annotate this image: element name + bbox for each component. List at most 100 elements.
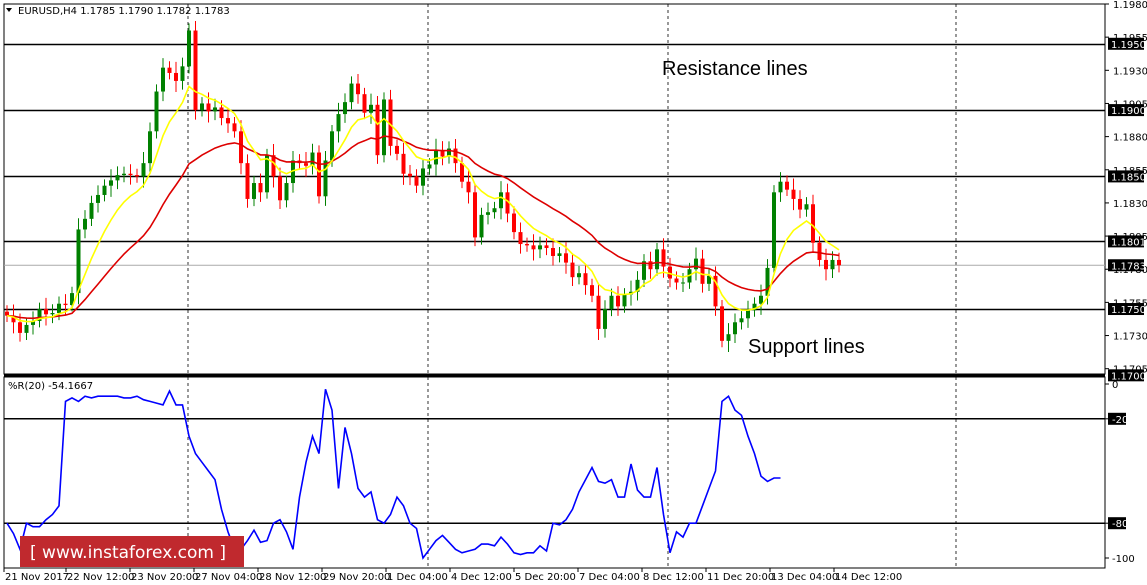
candle-body [187,30,191,67]
candle-body [343,102,347,115]
x-tick-label: 23 Nov 20:00 [131,572,198,583]
candle-body [206,103,211,112]
x-tick-label: 28 Nov 12:00 [259,572,326,583]
y-tick-label: 1.1980 [1113,0,1147,11]
candle-body [837,259,841,266]
y-tick-label: 1.1880 [1113,133,1147,144]
candle-body [304,163,308,166]
candle-body [115,175,120,181]
y-tick-label: 1.1730 [1113,332,1147,343]
candle-body [746,310,750,319]
candle-body [427,164,432,169]
candle-body [284,183,289,201]
main-price-panel[interactable]: EURUSD,H4 1.1785 1.1790 1.1782 1.1783 Re… [3,3,1106,377]
candle-body [557,253,562,256]
candle-body [616,295,620,307]
trading-chart[interactable]: EURUSD,H4 1.1785 1.1790 1.1782 1.1783 Re… [0,0,1147,585]
y-tick-label: -100 [1112,554,1135,565]
candle-body [622,294,627,307]
current-price-label: 1.1783 [1111,261,1146,272]
candle-body [239,131,243,164]
wpr-axis[interactable]: 0 -20 -80 -100 [1105,380,1135,565]
y-tick-label: -20 [1112,415,1128,426]
candle-body [323,160,328,197]
watermark-text: [ www.instaforex.com ] [30,543,226,563]
time-axis[interactable]: 21 Nov 201722 Nov 12:0023 Nov 20:0027 No… [3,568,902,583]
candle-body [193,30,198,111]
candle-body [258,183,263,193]
candle-body [824,259,828,270]
candle-body [128,173,133,176]
candle-body [518,232,523,245]
candle-body [252,183,256,199]
candle-body [271,155,276,177]
candle-body [362,94,367,113]
candle-body [180,66,185,81]
x-tick-label: 13 Dec 04:00 [771,572,838,583]
chart-title: EURUSD,H4 1.1785 1.1790 1.1782 1.1783 [18,6,230,17]
x-tick-label: 14 Dec 12:00 [835,572,902,583]
candle-body [44,309,48,315]
candle-body [200,103,204,111]
candle-body [401,153,406,174]
candle-body [700,258,705,284]
candle-body [408,173,412,177]
candle-body [278,176,282,201]
candle-body [174,72,178,81]
candle-body [219,107,224,119]
candle-body [414,176,419,186]
candle-body [720,306,724,341]
candle-body [76,229,81,294]
candle-body [375,104,380,156]
price-tag-label: 1.1850 [1111,172,1146,183]
candle-body [167,67,172,73]
candle-body [265,155,269,193]
candle-body [18,322,22,333]
candle-body [213,107,217,112]
candle-body [349,83,354,103]
x-tick-label: 7 Dec 04:00 [579,572,640,583]
candle-body [154,91,159,132]
candle-body [655,249,659,270]
candle-body [577,273,581,278]
candle-body [83,218,87,230]
candle-body [148,131,152,164]
candle-body [811,204,815,243]
candle-body [161,67,165,92]
candle-body [798,198,802,210]
y-tick-label: 1.1830 [1113,199,1147,210]
candle-body [395,145,399,154]
candle-body [499,192,503,209]
candle-body [141,163,146,177]
candle-body [531,245,536,250]
candle-body [791,189,796,199]
candle-body [102,185,107,195]
candle-body [473,192,477,238]
price-axis[interactable]: 1.19801.19551.19301.19051.18801.18551.18… [1105,0,1147,382]
x-tick-label: 4 Dec 12:00 [451,572,512,583]
x-tick-label: 8 Dec 12:00 [643,572,704,583]
candle-body [486,212,490,215]
candle-body [466,181,471,193]
candle-body [590,285,594,296]
candle-body [382,99,386,156]
candle-body [512,213,516,233]
candle-body [109,180,113,186]
candle-body [564,253,568,263]
candle-body [330,131,334,161]
candle-body [135,175,139,177]
candle-body [492,208,497,213]
x-tick-label: 22 Nov 12:00 [67,572,134,583]
candle-body [356,83,360,95]
candle-body [24,324,29,333]
x-tick-label: 1 Dec 04:00 [387,572,448,583]
candle-body [122,173,126,176]
candle-body [50,312,55,315]
candle-body [479,214,484,238]
candle-body [369,104,373,113]
price-tag-label: 1.1750 [1111,305,1146,316]
support-annotation: Support lines [748,336,865,358]
candle-body [421,168,425,186]
x-tick-label: 21 Nov 2017 [5,572,69,583]
candle-body [648,261,653,270]
